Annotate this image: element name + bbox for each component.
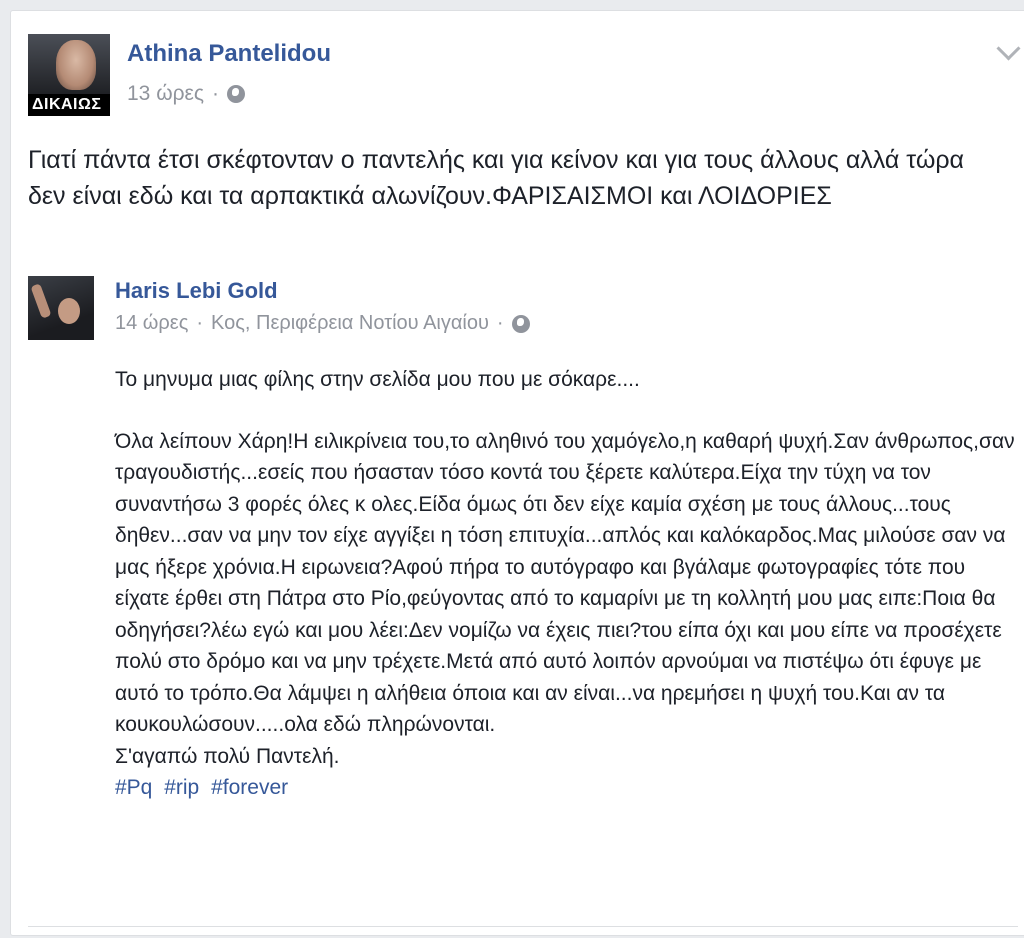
author-avatar[interactable]: ΔΙΚΑΙΩΣ [28, 34, 110, 116]
post-text: Γιατί πάντα έτσι σκέφτονταν ο παντελής κ… [28, 146, 965, 210]
avatar-head [58, 298, 80, 324]
meta-separator: · [212, 82, 220, 105]
hashtag-link[interactable]: #rip [164, 776, 199, 799]
hashtag-link[interactable]: #forever [211, 776, 288, 799]
shared-post-meta: 14 ώρες · Κος, Περιφέρεια Νοτίου Αιγαίου… [115, 312, 530, 335]
author-name-link[interactable]: Athina Pantelidou [127, 40, 331, 68]
meta-separator: · [196, 312, 204, 334]
shared-post-timestamp[interactable]: 14 ώρες [115, 312, 188, 335]
shared-post-location[interactable]: Κος, Περιφέρεια Νοτίου Αιγαίου [211, 312, 489, 335]
shared-post-body: Το μηνυμα μιας φίλης στην σελίδα μου που… [115, 364, 1015, 804]
avatar-arm [30, 283, 52, 319]
card-divider [28, 926, 1018, 927]
post-timestamp[interactable]: 13 ώρες [127, 82, 204, 106]
globe-icon[interactable] [511, 314, 530, 333]
shared-author-avatar[interactable] [28, 276, 94, 340]
avatar-face [56, 40, 96, 90]
hashtag-link[interactable]: #Pq [115, 776, 152, 799]
shared-paragraph-intro: Το μηνυμα μιας φίλης στην σελίδα μου που… [115, 368, 640, 391]
shared-closing: Σ'αγαπώ πολύ Παντελή. [115, 744, 340, 768]
hashtag-list: #Pq #rip #forever [115, 772, 1015, 804]
post-meta: 13 ώρες · [127, 82, 246, 106]
shared-author-name-link[interactable]: Haris Lebi Gold [115, 278, 278, 304]
globe-icon[interactable] [227, 85, 246, 103]
avatar-badge: ΔΙΚΑΙΩΣ [28, 94, 110, 116]
meta-separator: · [496, 312, 504, 334]
shared-paragraph-main: Όλα λείπουν Χάρη!Η ειλικρίνεια του,το αλ… [115, 429, 1015, 737]
